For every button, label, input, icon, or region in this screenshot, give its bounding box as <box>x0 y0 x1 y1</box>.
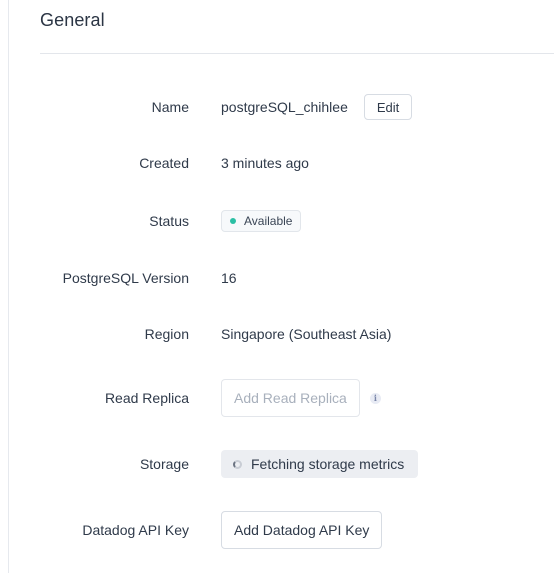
created-row: Created 3 minutes ago <box>0 152 554 174</box>
edit-name-button[interactable]: Edit <box>363 94 413 120</box>
name-row: Name postgreSQL_chihlee Edit <box>0 93 554 121</box>
version-label: PostgreSQL Version <box>62 270 189 286</box>
storage-label: Storage <box>139 456 189 472</box>
info-icon[interactable]: i <box>369 392 381 404</box>
status-dot-icon <box>230 218 236 224</box>
created-value: 3 minutes ago <box>221 155 309 171</box>
datadog-row: Datadog API Key Add Datadog API Key <box>0 511 554 549</box>
status-label: Status <box>149 213 189 229</box>
created-label: Created <box>139 155 189 171</box>
status-value-group: Available <box>221 210 302 232</box>
read-replica-label: Read Replica <box>104 390 189 406</box>
general-settings-panel: General Name postgreSQL_chihlee Edit Cre… <box>0 0 554 573</box>
region-row: Region Singapore (Southeast Asia) <box>0 323 554 345</box>
datadog-label: Datadog API Key <box>82 522 189 538</box>
name-value-group: postgreSQL_chihlee Edit <box>221 94 413 120</box>
version-value: 16 <box>221 270 237 286</box>
name-label: Name <box>151 99 189 115</box>
status-text: Available <box>244 214 293 228</box>
read-replica-value-group: Add Read Replica i <box>221 379 381 417</box>
storage-value-group: Fetching storage metrics <box>221 450 419 478</box>
name-value: postgreSQL_chihlee <box>221 99 348 115</box>
storage-row: Storage Fetching storage metrics <box>0 450 554 478</box>
storage-text: Fetching storage metrics <box>251 456 405 472</box>
datadog-value-group: Add Datadog API Key <box>221 511 383 549</box>
region-label: Region <box>144 326 189 342</box>
add-read-replica-button[interactable]: Add Read Replica <box>221 379 360 417</box>
status-row: Status Available <box>0 209 554 233</box>
section-title: General <box>40 10 105 30</box>
storage-status-pill: Fetching storage metrics <box>221 450 419 478</box>
status-badge: Available <box>221 210 302 232</box>
loading-spinner-icon <box>233 459 242 469</box>
add-datadog-api-key-button[interactable]: Add Datadog API Key <box>221 511 383 549</box>
read-replica-row: Read Replica Add Read Replica i <box>0 378 554 418</box>
region-value: Singapore (Southeast Asia) <box>221 326 392 342</box>
title-divider <box>40 53 554 54</box>
version-row: PostgreSQL Version 16 <box>0 267 554 289</box>
